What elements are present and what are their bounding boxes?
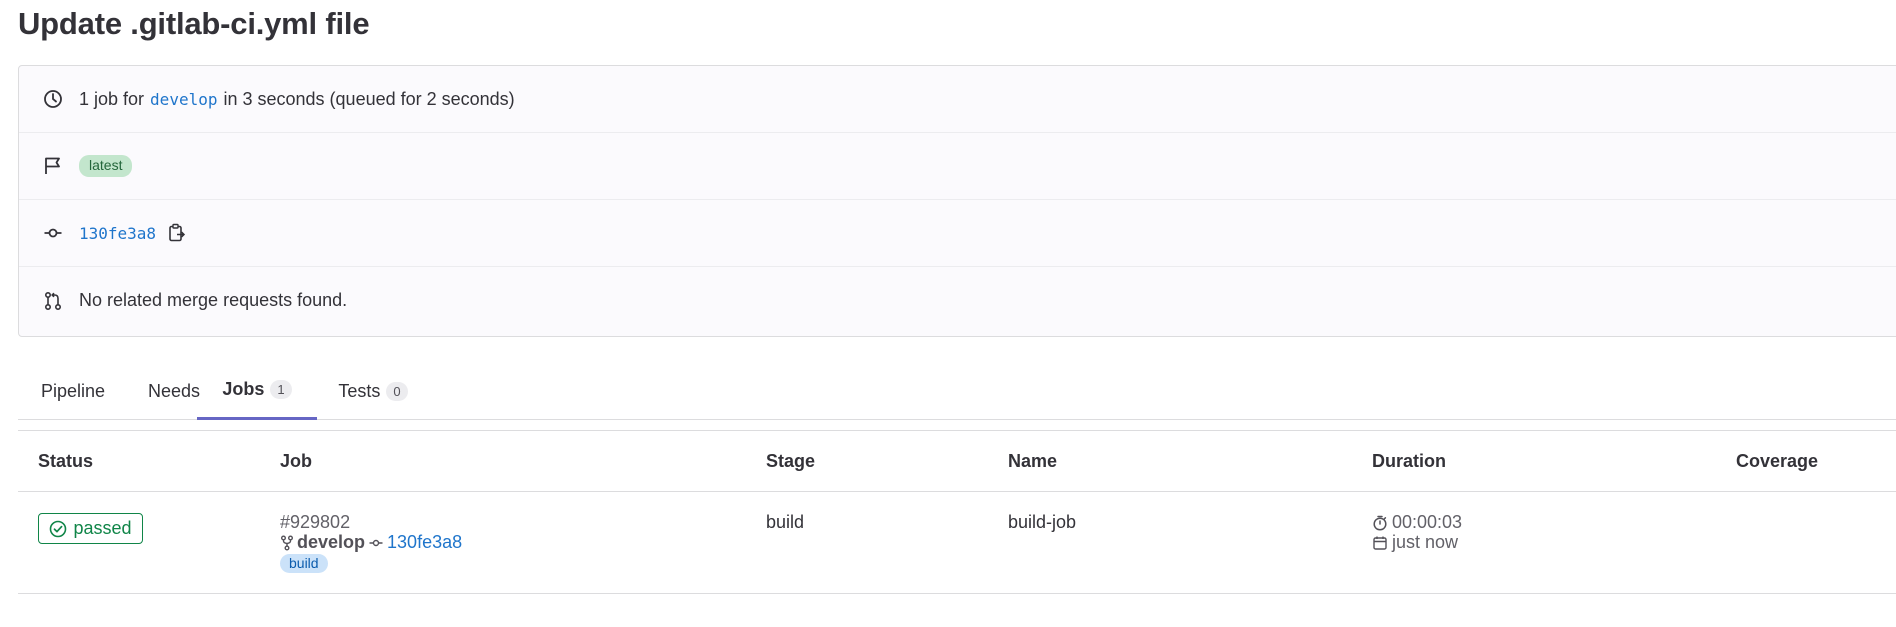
tab-tests-label: Tests <box>338 380 381 401</box>
column-header-status: Status <box>38 451 94 471</box>
jobs-summary-prefix: 1 job for <box>79 88 145 109</box>
tab-needs-label: Needs <box>147 380 201 401</box>
job-stage: build <box>766 512 805 532</box>
page-title: Update .gitlab-ci.yml file <box>18 6 370 41</box>
table-top-divider <box>18 430 1896 431</box>
tab-jobs-label: Jobs <box>222 379 265 399</box>
job-branch-link[interactable]: develop <box>297 532 365 553</box>
job-duration: 00:00:03 <box>1372 512 1462 533</box>
check-circle-icon <box>49 520 73 538</box>
tab-jobs[interactable]: Jobs 1 <box>197 362 317 420</box>
column-header-coverage: Coverage <box>1736 451 1819 471</box>
column-header-duration: Duration <box>1372 451 1446 471</box>
jobs-summary-suffix: in 3 seconds (queued for 2 seconds) <box>223 88 515 109</box>
table-header-divider <box>18 491 1896 492</box>
merge-requests-text: No related merge requests found. <box>79 290 348 310</box>
flag-icon <box>42 155 64 177</box>
column-header-job: Job <box>280 451 313 471</box>
merge-requests-row: No related merge requests found. <box>19 267 1896 334</box>
pipeline-info-panel: 1 job for develop in 3 seconds (queued f… <box>18 65 1896 337</box>
merge-request-icon <box>42 290 64 312</box>
clock-icon <box>42 88 64 110</box>
job-duration-value: 00:00:03 <box>1392 512 1463 532</box>
job-finished-value: just now <box>1392 532 1459 552</box>
status-badge[interactable]: passed <box>38 513 143 544</box>
copy-commit-sha-button[interactable] <box>166 222 188 244</box>
commit-icon <box>42 222 64 244</box>
timer-icon <box>1372 515 1392 531</box>
job-ref: develop 130fe3a8 <box>280 532 462 553</box>
pipeline-commit-row: 130fe3a8 <box>19 200 1896 267</box>
tab-tests[interactable]: Tests 0 <box>317 362 429 420</box>
commit-sha-link[interactable]: 130fe3a8 <box>79 224 156 243</box>
pipeline-tabs: Pipeline Needs Jobs 1 Tests 0 <box>18 362 1896 420</box>
pipeline-badges-row: latest <box>19 133 1896 200</box>
branch-link[interactable]: develop <box>150 90 217 109</box>
copy-to-clipboard-icon <box>168 223 186 243</box>
job-stage-badge: build <box>280 554 328 573</box>
job-id-link[interactable]: #929802 <box>280 512 350 533</box>
job-commit-link[interactable]: 130fe3a8 <box>387 532 462 553</box>
commit-icon <box>369 536 383 550</box>
job-finished: just now <box>1372 532 1458 553</box>
branch-icon <box>280 535 294 551</box>
tab-pipeline-label: Pipeline <box>40 380 106 401</box>
tab-jobs-count: 1 <box>270 380 292 399</box>
status-label: passed <box>73 518 132 538</box>
latest-badge: latest <box>79 155 133 177</box>
column-header-stage: Stage <box>766 451 816 471</box>
pipeline-duration-row: 1 job for develop in 3 seconds (queued f… <box>19 66 1896 133</box>
calendar-icon <box>1372 535 1392 551</box>
column-header-name: Name <box>1008 451 1058 471</box>
tab-pipeline[interactable]: Pipeline <box>18 362 128 420</box>
table-row-divider <box>18 593 1896 594</box>
tab-tests-count: 0 <box>386 381 408 401</box>
job-name: build-job <box>1008 512 1077 532</box>
